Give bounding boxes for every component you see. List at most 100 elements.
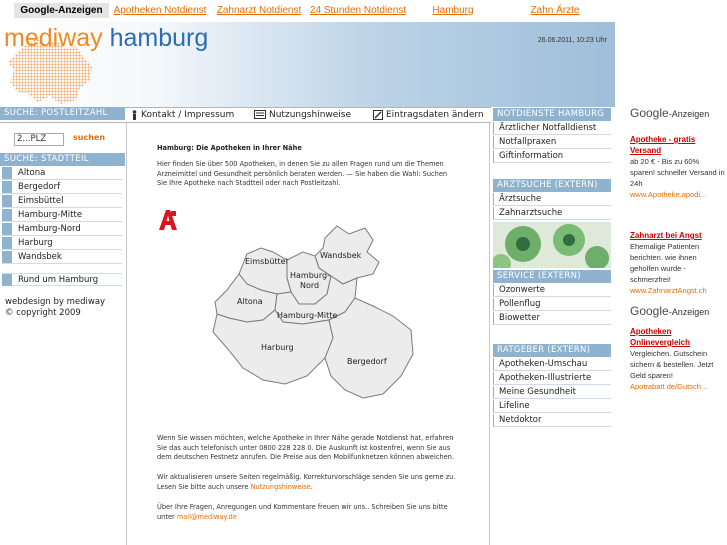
right-sidebar: NOTDIENSTE HAMBURG Ärztlicher Notfalldie… [491, 107, 615, 545]
nutzungshinweise-link[interactable]: Nutzungshinweise [251, 483, 311, 491]
nav-eintragsdaten-aendern[interactable]: Eintragsdaten ändern [373, 108, 484, 122]
anzeigen-word: -Anzeigen [668, 307, 710, 317]
map-label-harburg: Harburg [261, 343, 294, 352]
credit-copyright: © copyright 2009 [5, 308, 81, 318]
main-content: Hamburg: Die Apotheken in Ihrer Nähe Hie… [127, 123, 490, 545]
site-logo[interactable]: mediway hamburg [4, 24, 208, 52]
plz-input[interactable]: 2...PLZ [14, 133, 64, 146]
google-word: Google [630, 304, 669, 318]
stadtteil-label: Hamburg-Nord [18, 224, 81, 234]
ad-link-zahn-aerzte[interactable]: Zahn Ärzte [510, 3, 600, 18]
email-link[interactable]: mail@mediway.de [177, 513, 237, 521]
ad3-url[interactable]: Apotrabatt.de/Gutsch... [630, 381, 725, 392]
link-zahnarztsuche[interactable]: Zahnarztsuche [493, 207, 611, 220]
stadtteil-label: Hamburg-Mitte [18, 210, 83, 220]
person-icon [132, 109, 137, 120]
nav-kontakt-impressum[interactable]: Kontakt / Impressum [131, 108, 234, 122]
ratgeber-header: RATGEBER (EXTERN) [493, 344, 611, 357]
left-sidebar: 2...PLZ suchen SUCHE: STADTTEIL Altona B… [0, 123, 127, 545]
map-label-hamburg-mitte: Hamburg-Mitte [277, 311, 337, 320]
anzeigen-word: -Anzeigen [668, 109, 710, 119]
ad-zahnarzt[interactable]: Zahnarzt bei Angst Ehemalige Patienten b… [630, 230, 725, 296]
google-ads-label-1: Google-Anzeigen [630, 106, 709, 120]
link-lifeline[interactable]: Lifeline [493, 400, 611, 413]
nav-hinweise-label: Nutzungshinweise [269, 110, 352, 120]
link-apotheken-umschau[interactable]: Apotheken-Umschau [493, 358, 611, 371]
link-pollenflug[interactable]: Pollenflug [493, 298, 611, 311]
google-ads-label: Google-Anzeigen [14, 3, 109, 18]
ad-link-apotheken-notdienst[interactable]: Apotheken Notdienst [112, 3, 208, 18]
nav-nutzungshinweise[interactable]: Nutzungshinweise [254, 108, 351, 122]
google-word: Google [630, 106, 669, 120]
link-netdoktor[interactable]: Netdoktor [493, 414, 611, 427]
intro-text: Hier finden Sie über 500 Apotheken, in d… [157, 160, 448, 187]
plz-search-header: SUCHE: POSTLEITZAHL [0, 107, 125, 120]
notdienste-header: NOTDIENSTE HAMBURG [493, 108, 611, 121]
stadtteil-item-harburg[interactable]: Harburg [2, 237, 122, 250]
map-label-hamburg-nord-2: Nord [300, 281, 319, 290]
stadtteil-label: Altona [18, 168, 46, 178]
rund-um-hamburg-link[interactable]: Rund um Hamburg [2, 273, 122, 286]
update-text-end: . [310, 482, 313, 491]
plz-search-button[interactable]: suchen [73, 133, 105, 142]
map-label-wandsbek: Wandsbek [320, 251, 362, 260]
stadtteil-item-bergedorf[interactable]: Bergedorf [2, 181, 122, 194]
link-biowetter[interactable]: Biowetter [493, 312, 611, 325]
map-label-altona: Altona [237, 297, 263, 306]
link-meine-gesundheit[interactable]: Meine Gesundheit [493, 386, 611, 399]
link-ozonwerte[interactable]: Ozonwerte [493, 284, 611, 297]
ad2-title[interactable]: Zahnarzt bei Angst [630, 230, 725, 241]
nav-kontakt-label: Kontakt / Impressum [141, 110, 235, 120]
edit-icon [373, 109, 383, 120]
stadtteil-label: Eimsbüttel [18, 196, 64, 206]
google-ads-label-2: Google-Anzeigen [630, 304, 709, 318]
nav-eintrag-label: Eintragsdaten ändern [386, 110, 484, 120]
stadtteil-label: Wandsbek [18, 252, 62, 262]
stadtteil-item-wandsbek[interactable]: Wandsbek [2, 251, 122, 264]
update-paragraph: Wir aktualisieren unsere Seiten regelmäß… [157, 473, 457, 492]
date-time: 26.06.2011, 10:23 Uhr [537, 37, 607, 44]
credit-webdesign: webdesign by mediway [5, 297, 106, 307]
ad-onlinevergleich[interactable]: Apotheken Onlinevergleich Vergleichen. G… [630, 326, 725, 392]
stadtteil-item-altona[interactable]: Altona [2, 167, 122, 180]
link-notfallpraxen[interactable]: Notfallpraxen [493, 136, 611, 149]
ad3-body: Vergleichen. Gutschein sichern & bestell… [630, 349, 714, 380]
google-ads-column: Google-Anzeigen Apotheke - gratis Versan… [624, 100, 727, 545]
ad-link-zahnarzt-notdienst[interactable]: Zahnarzt Notdienst [214, 3, 304, 18]
link-aerztlicher-notfalldienst[interactable]: Ärztlicher Notfalldienst [493, 122, 611, 135]
top-ad-bar: Google-Anzeigen Apotheken Notdienst Zahn… [0, 0, 610, 22]
ad2-body: Ehemalige Patienten berichten. wie ihnen… [630, 242, 700, 284]
ad-apotheke[interactable]: Apotheke - gratis Versand ab 20 € - Bis … [630, 134, 725, 200]
flower-image [493, 222, 611, 268]
notdienst-paragraph: Wenn Sie wissen möchten, welche Apotheke… [157, 434, 454, 461]
link-apotheken-illustrierte[interactable]: Apotheken-Illustrierte [493, 372, 611, 385]
stadtteil-item-hamburg-mitte[interactable]: Hamburg-Mitte [2, 209, 122, 222]
ad3-title[interactable]: Apotheken Onlinevergleich [630, 326, 725, 348]
link-giftinformation[interactable]: Giftinformation [493, 150, 611, 163]
stadtteil-label: Bergedorf [18, 182, 61, 192]
map-label-eimsbuettel: Eimsbüttel [245, 257, 288, 266]
stadtteil-search-header: SUCHE: STADTTEIL [0, 153, 125, 166]
ad1-title[interactable]: Apotheke - gratis Versand [630, 134, 725, 156]
stadtteil-label: Harburg [18, 238, 53, 248]
page-title: Hamburg: Die Apotheken in Ihrer Nähe [157, 144, 302, 152]
apotheke-a-icon [159, 210, 177, 230]
site-header: mediway hamburg 26.06.2011, 10:23 Uhr [0, 22, 615, 107]
ad-link-hamburg[interactable]: Hamburg [418, 3, 488, 18]
credits: webdesign by mediway © copyright 2009 [5, 297, 105, 319]
ad1-url[interactable]: www.Apotheke.apodi... [630, 189, 725, 200]
ad2-url[interactable]: www.ZahnarztAngst.ch [630, 285, 725, 296]
document-icon [254, 110, 266, 119]
arztsuche-header: ARZTSUCHE (EXTERN) [493, 179, 611, 192]
ad1-body: ab 20 € - Bis zu 60% sparen! schneller V… [630, 157, 725, 188]
service-header: SERVICE (EXTERN) [493, 270, 611, 283]
contact-paragraph: Über Ihre Fragen, Anregungen und Komment… [157, 503, 457, 522]
link-aerztsuche[interactable]: Ärztsuche [493, 193, 611, 206]
map-label-bergedorf: Bergedorf [347, 357, 387, 366]
rund-label: Rund um Hamburg [18, 275, 99, 285]
stadtteil-item-eimsbuettel[interactable]: Eimsbüttel [2, 195, 122, 208]
stadtteil-item-hamburg-nord[interactable]: Hamburg-Nord [2, 223, 122, 236]
logo-mediway: mediway [4, 24, 103, 52]
ad-link-24-stunden-notdienst[interactable]: 24 Stunden Notdienst [308, 3, 408, 18]
logo-hamburg: hamburg [109, 24, 209, 52]
